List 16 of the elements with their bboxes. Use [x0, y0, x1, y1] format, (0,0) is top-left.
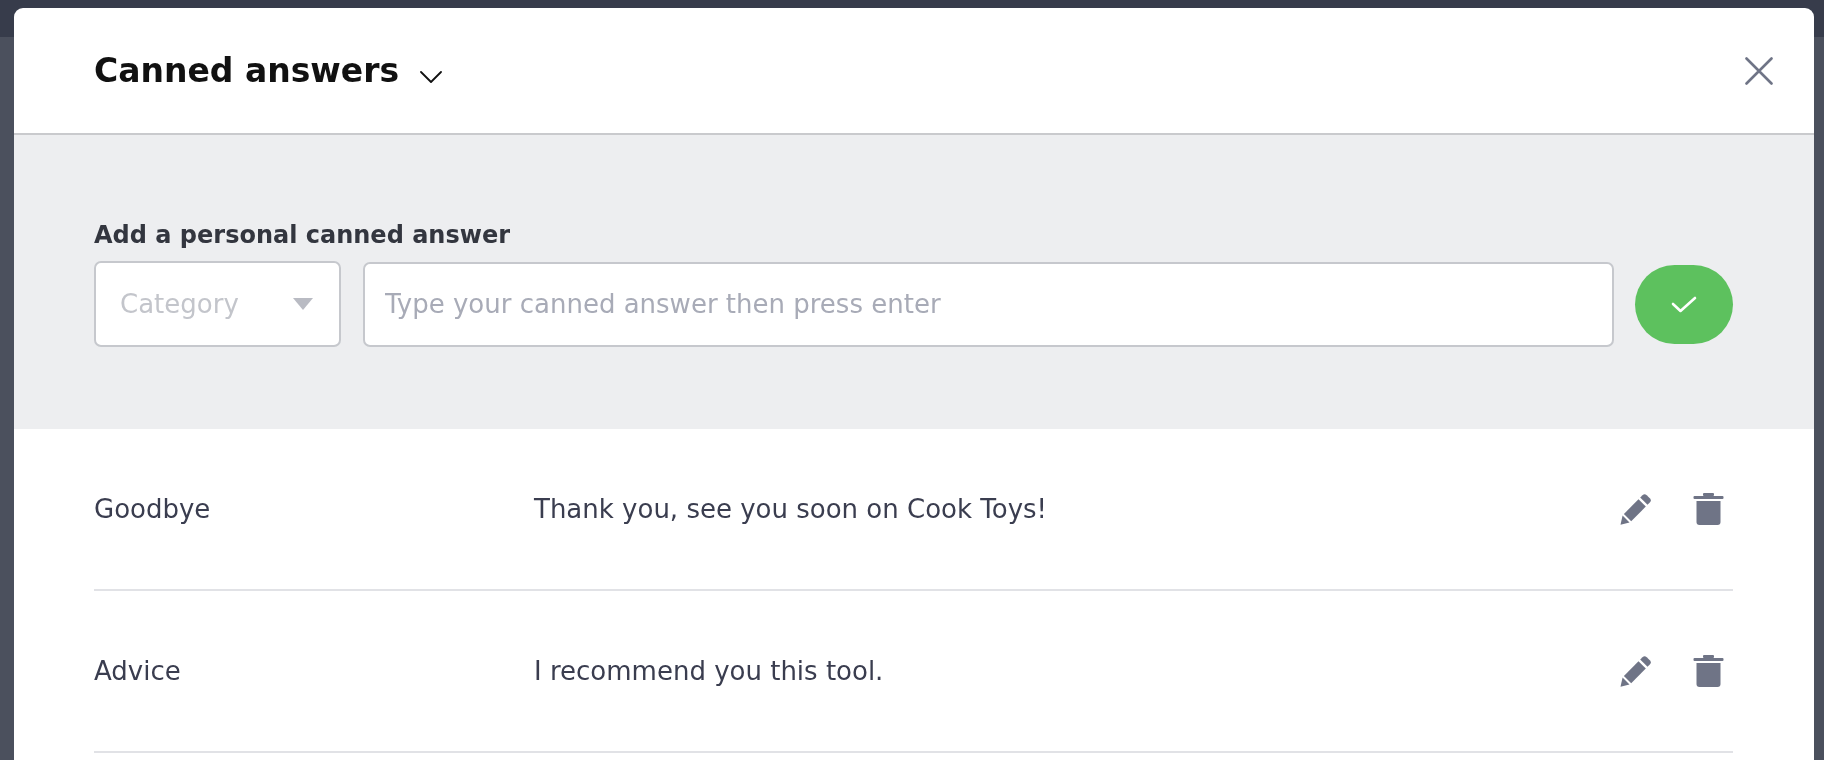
pencil-icon[interactable]	[1620, 493, 1651, 525]
answer-category: Goodbye	[94, 494, 212, 524]
form-label: Add a personal canned answer	[94, 221, 511, 249]
trash-icon[interactable]	[1693, 493, 1724, 525]
modal-title: Canned answers	[94, 51, 400, 90]
trash-icon[interactable]	[1693, 655, 1724, 687]
answer-category: Advice	[94, 656, 182, 686]
answer-input[interactable]: Type your canned answer then press enter	[363, 261, 1614, 347]
category-dropdown[interactable]: Category	[94, 261, 341, 347]
caret-icon	[293, 298, 313, 310]
chevron-down-icon[interactable]	[420, 70, 443, 83]
check-icon	[1671, 295, 1697, 313]
close-icon[interactable]	[1745, 56, 1773, 85]
answer-text: I recommend you this tool.	[534, 656, 885, 686]
pencil-icon[interactable]	[1620, 655, 1651, 687]
answer-text: Thank you, see you soon on Cook Toys!	[534, 494, 1048, 524]
